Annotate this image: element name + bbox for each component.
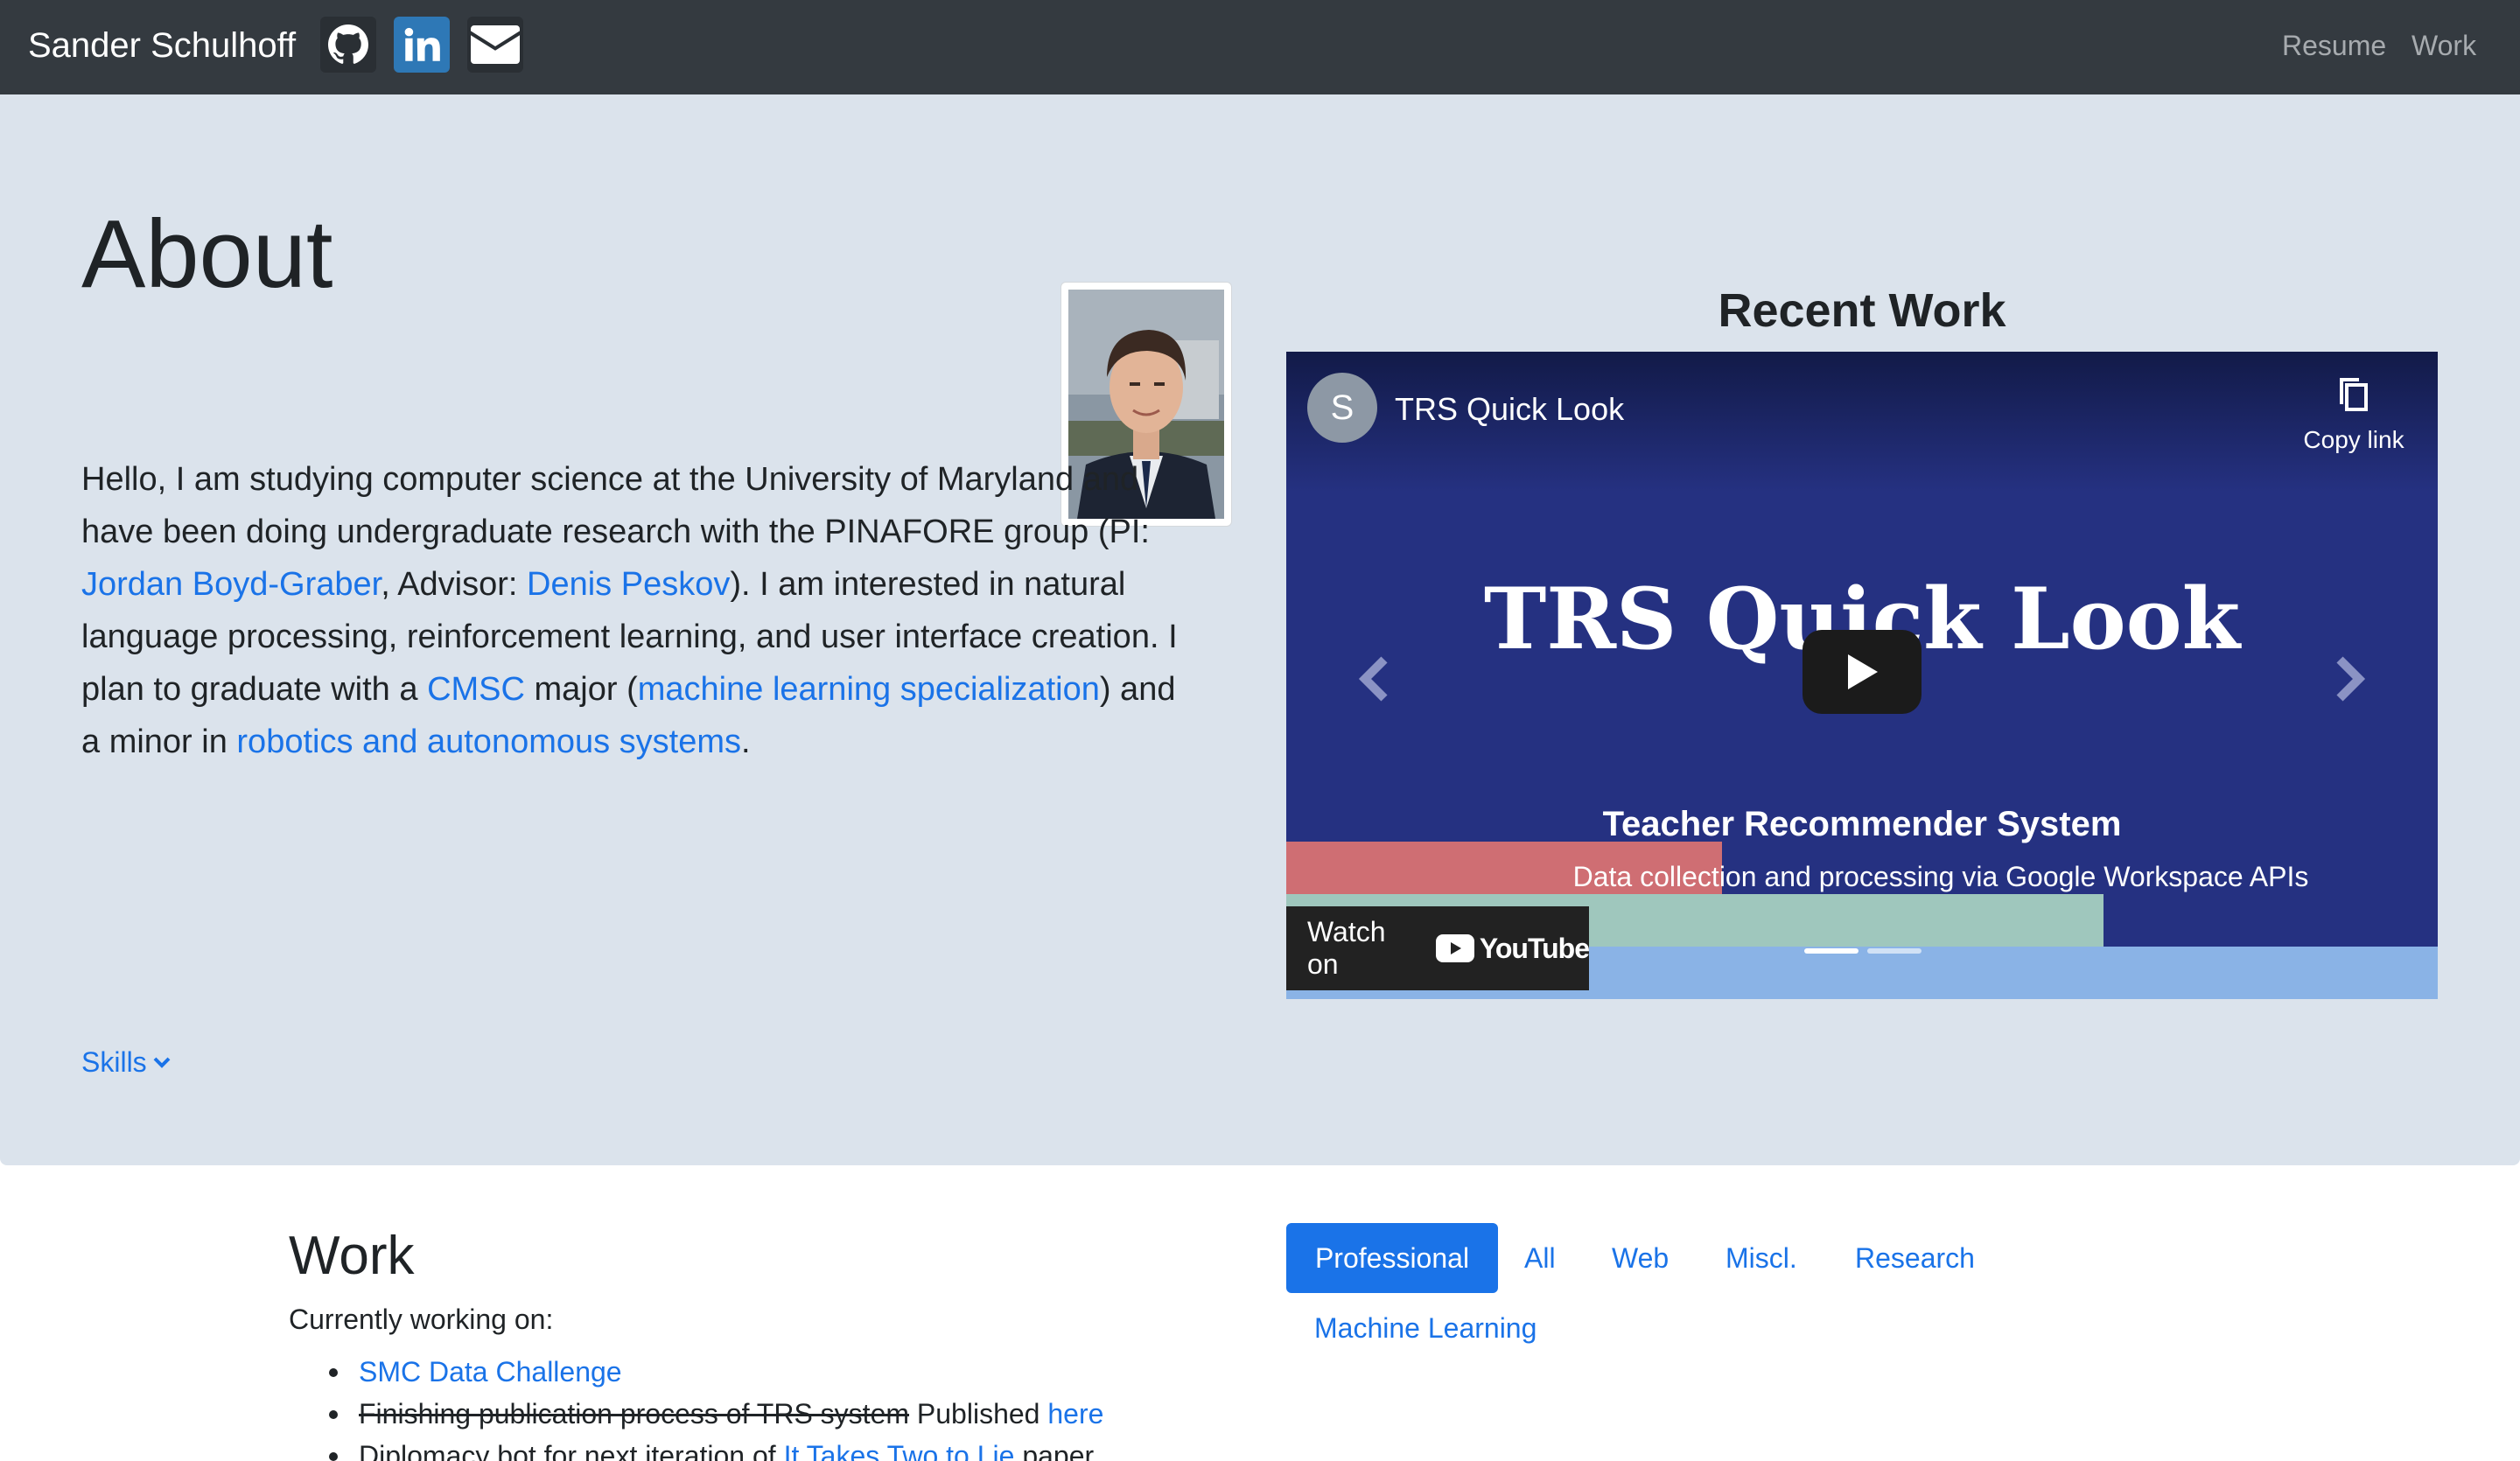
about-title: About: [81, 200, 333, 308]
play-button[interactable]: [1802, 630, 1922, 714]
play-icon: [1848, 654, 1878, 689]
trs-published-text: Published: [909, 1398, 1048, 1430]
filter-web[interactable]: Web: [1612, 1241, 1669, 1276]
smc-challenge-link[interactable]: SMC Data Challenge: [359, 1356, 622, 1388]
work-title: Work: [289, 1226, 415, 1286]
filter-misc[interactable]: Miscl.: [1726, 1241, 1797, 1276]
trs-here-link[interactable]: here: [1047, 1398, 1103, 1430]
about-text-1: Hello, I am studying computer science at…: [81, 461, 1150, 550]
current-work-list: SMC Data Challenge Finishing publication…: [289, 1351, 1103, 1461]
youtube-logo: YouTube: [1435, 932, 1590, 965]
filter-professional[interactable]: Professional: [1286, 1223, 1498, 1293]
video-title-link[interactable]: TRS Quick Look: [1395, 390, 1624, 429]
copy-link-label: Copy link: [2303, 426, 2404, 453]
brand-link[interactable]: Sander Schulhoff: [28, 23, 296, 68]
skills-label: Skills: [81, 1046, 147, 1078]
about-text-4: major (: [524, 671, 638, 708]
watch-on-youtube-button[interactable]: Watch on YouTube: [1286, 906, 1590, 990]
copy-link-button[interactable]: Copy link: [2292, 376, 2415, 456]
watch-on-label: Watch on: [1307, 916, 1386, 980]
skills-toggle[interactable]: Skills: [81, 1045, 172, 1080]
robotics-link[interactable]: robotics and autonomous systems: [236, 724, 741, 760]
slide-subtitle: Teacher Recommender System: [1602, 805, 2122, 843]
list-item: SMC Data Challenge: [289, 1351, 1103, 1393]
diplomacy-paper-text: paper: [1014, 1440, 1095, 1461]
nav-resume-link[interactable]: Resume: [2282, 28, 2386, 63]
envelope-icon: [471, 25, 520, 64]
chevron-right-icon[interactable]: [2333, 654, 2368, 703]
chevron-down-icon: [153, 1057, 171, 1068]
advisor-link[interactable]: Denis Peskov: [527, 566, 730, 603]
it-takes-two-to-lie-link[interactable]: It Takes Two to Lie: [784, 1440, 1015, 1461]
linkedin-link[interactable]: [394, 17, 450, 73]
about-text-2: , Advisor:: [381, 566, 528, 603]
cmsc-link[interactable]: CMSC: [427, 671, 525, 708]
youtube-embed[interactable]: S TRS Quick Look Copy link TRS Quick Loo…: [1286, 352, 2438, 999]
slide-caption: Data collection and processing via Googl…: [1572, 861, 2309, 892]
navbar: Sander Schulhoff Resume Work: [0, 0, 2520, 94]
about-paragraph: Hello, I am studying computer science at…: [81, 453, 1193, 768]
ml-specialization-link[interactable]: machine learning specialization: [638, 671, 1100, 708]
diplomacy-text: Diplomacy bot for next iteration of: [359, 1440, 784, 1461]
recent-work-title: Recent Work: [1718, 284, 2006, 337]
channel-avatar[interactable]: S: [1307, 373, 1377, 443]
filter-research[interactable]: Research: [1855, 1241, 1975, 1276]
filter-machine-learning[interactable]: Machine Learning: [1314, 1311, 1536, 1346]
email-link[interactable]: [467, 17, 523, 73]
progress-dot: [1867, 948, 1922, 954]
pi-link[interactable]: Jordan Boyd-Graber: [81, 566, 381, 603]
list-item: Finishing publication process of TRS sys…: [289, 1393, 1103, 1435]
youtube-wordmark: YouTube: [1479, 932, 1590, 964]
progress-dot-active: [1804, 948, 1858, 954]
nav-work-link[interactable]: Work: [2412, 28, 2476, 63]
list-item: Diplomacy bot for next iteration of It T…: [289, 1435, 1103, 1461]
linkedin-icon: [404, 27, 440, 61]
chevron-left-icon[interactable]: [1356, 654, 1391, 703]
copy-icon: [2340, 378, 2368, 411]
currently-working-label: Currently working on:: [289, 1304, 554, 1335]
youtube-play-icon: [1435, 934, 1474, 962]
github-link[interactable]: [320, 17, 376, 73]
about-text-6: .: [741, 724, 751, 760]
filter-all[interactable]: All: [1524, 1241, 1556, 1276]
trs-strikethrough-text: Finishing publication process of TRS sys…: [359, 1398, 910, 1430]
github-icon: [328, 24, 368, 64]
